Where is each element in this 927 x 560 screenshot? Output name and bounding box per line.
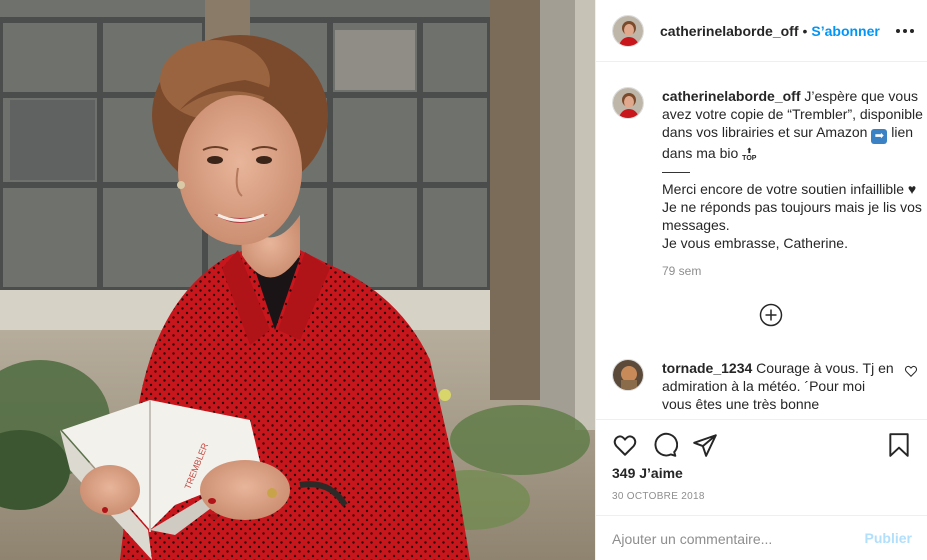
likes-count[interactable]: 349 J’aime [612, 465, 683, 481]
commenter-username[interactable]: tornade_1234 [662, 360, 752, 376]
caption-username[interactable]: catherinelaborde_off [662, 88, 800, 104]
follow-button[interactable]: S’abonner [811, 23, 879, 39]
add-comment-bar: Publier [596, 515, 927, 560]
caption-avatar-image [613, 88, 643, 118]
post-sidebar: catherinelaborde_off • S’abonner catheri… [595, 0, 927, 560]
comment-bubble-icon[interactable] [652, 432, 678, 458]
author-username[interactable]: catherinelaborde_off [660, 23, 798, 39]
action-icons [612, 432, 912, 458]
author-avatar-image [613, 15, 643, 46]
caption-line2: Merci encore de votre soutien infaillibl… [662, 181, 922, 233]
caption-avatar[interactable] [612, 87, 644, 119]
post-date[interactable]: 30 OCTOBRE 2018 [612, 491, 705, 502]
top-arrow-emoji-icon: ⬆ TOP [742, 148, 757, 162]
caption-timestamp[interactable]: 79 sem [662, 262, 924, 280]
comment-input[interactable] [612, 528, 852, 550]
comments-section[interactable]: catherinelaborde_off J’espère que vous a… [596, 63, 927, 419]
post-header: catherinelaborde_off • S’abonner [596, 0, 927, 62]
caption-text: catherinelaborde_off J’espère que vous a… [662, 87, 924, 280]
more-options-icon[interactable] [896, 22, 914, 40]
share-direct-icon[interactable] [692, 432, 718, 458]
caption-line3: Je vous embrasse, Catherine. [662, 235, 848, 251]
post-photo[interactable]: TREMBLER [0, 0, 595, 560]
comment-body: tornade_1234 Courage à vous. Tj en admir… [662, 359, 894, 413]
post-image: TREMBLER [0, 0, 595, 560]
top-emoji-label: TOP [742, 155, 757, 162]
author-avatar[interactable] [612, 14, 644, 47]
header-separator: • [802, 22, 808, 39]
post-actions: 349 J’aime 30 OCTOBRE 2018 Publier [596, 419, 927, 560]
like-heart-icon[interactable] [612, 432, 638, 458]
commenter-avatar[interactable] [612, 359, 644, 391]
save-bookmark-icon[interactable] [886, 432, 912, 458]
like-comment-heart-icon[interactable] [904, 364, 918, 378]
caption-dash: —— [662, 163, 690, 179]
commenter-avatar-image [613, 360, 643, 390]
publish-button[interactable]: Publier [865, 530, 912, 546]
load-more-comments-icon[interactable] [759, 303, 783, 327]
arrow-right-emoji-icon: ➡ [871, 129, 888, 144]
